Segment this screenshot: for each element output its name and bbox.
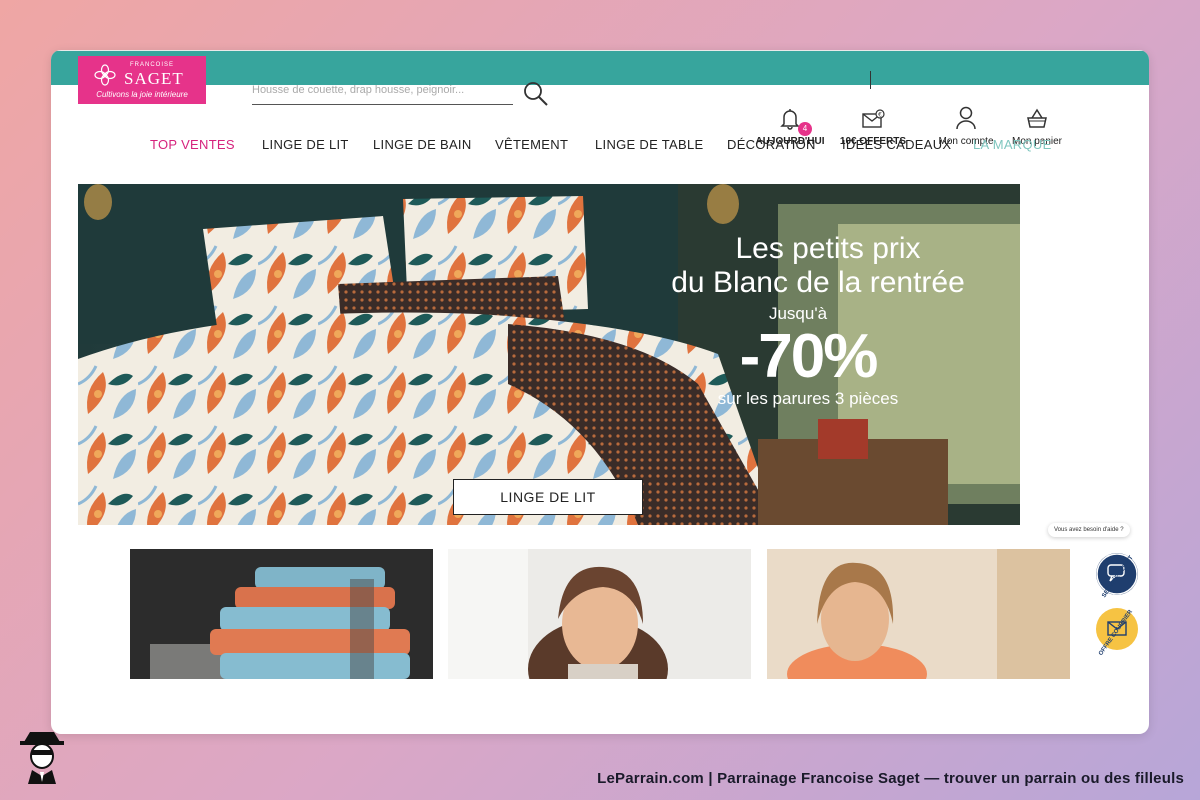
basket-icon	[1027, 108, 1047, 128]
hero-banner[interactable]: Les petits prix du Blanc de la rentrée J…	[78, 184, 1020, 525]
nav-item-vetement[interactable]: VÊTEMENT	[495, 137, 568, 152]
top-banner	[51, 50, 1149, 85]
tile-peignoir[interactable]	[767, 549, 1070, 679]
linge-de-lit-button[interactable]: LINGE DE LIT	[453, 479, 643, 515]
leparrain-mascot-icon	[20, 732, 64, 784]
flower-icon	[94, 64, 116, 86]
nav-item-linge-de-lit[interactable]: LINGE DE LIT	[262, 137, 349, 152]
woman-portrait-image	[448, 549, 751, 679]
tile-linge-de-bain[interactable]	[130, 549, 433, 679]
main-nav: TOP VENTES LINGE DE LIT LINGE DE BAIN VÊ…	[78, 137, 1051, 157]
nav-item-la-marque[interactable]: LA MARQUE	[973, 137, 1052, 152]
envelope-icon: €	[862, 109, 885, 128]
hero-title-line1: Les petits prix	[735, 232, 921, 265]
logo-brand: SAGET	[124, 69, 184, 88]
tile-vetement[interactable]	[448, 549, 751, 679]
notification-badge: 4	[798, 122, 812, 136]
hero-discount: -70%	[739, 322, 879, 391]
logo-tagline: Cultivons la joie intérieure	[96, 90, 188, 99]
hero-caption: sur les parures 3 pièces	[717, 389, 899, 408]
nav-item-linge-de-table[interactable]: LINGE DE TABLE	[595, 137, 703, 152]
site-logo[interactable]: FRANCOISE SAGET Cultivons la joie intéri…	[78, 56, 206, 104]
help-tooltip: Vous avez besoin d'aide ?	[1048, 523, 1130, 537]
svg-text:€: €	[878, 112, 882, 119]
logo-subtitle: FRANCOISE	[130, 62, 175, 68]
bell-icon	[780, 109, 800, 130]
search-input[interactable]: Housse de couette, drap housse, peignoir…	[252, 82, 513, 105]
nav-item-linge-de-bain[interactable]: LINGE DE BAIN	[373, 137, 472, 152]
nav-item-idees-cadeaux[interactable]: IDÉES CADEAUX	[842, 137, 951, 152]
nav-item-decoration[interactable]: DÉCORATION	[727, 137, 816, 152]
hero-title-line2: du Blanc de la rentrée	[671, 266, 965, 299]
nav-item-top-ventes[interactable]: TOP VENTES	[150, 137, 235, 152]
search-icon[interactable]	[522, 80, 550, 108]
header-divider	[870, 71, 871, 89]
user-icon	[956, 106, 976, 130]
woman-bathrobe-image	[767, 549, 1070, 679]
towels-image	[130, 549, 433, 679]
footer-caption: LeParrain.com | Parrainage Francoise Sag…	[597, 770, 1184, 787]
